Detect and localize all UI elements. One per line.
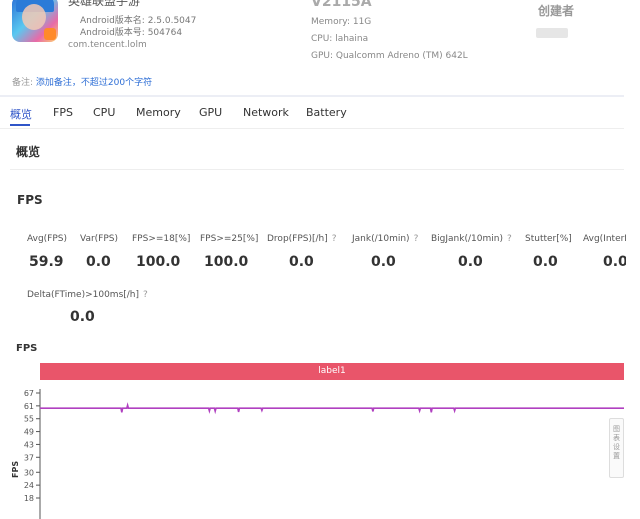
metric-value-drop-fps: 0.0	[289, 254, 314, 270]
help-icon[interactable]: ?	[507, 234, 512, 244]
header-divider	[0, 95, 624, 97]
metric-value-fps-18: 100.0	[136, 254, 181, 270]
metric-value-delta-ftime: 0.0	[70, 309, 95, 325]
tab-fps[interactable]: FPS	[53, 106, 73, 119]
metric-label-avg-interframe: Avg(InterF	[583, 234, 626, 244]
active-tab-indicator	[10, 124, 30, 126]
metric-value-avg-interframe: 0.0	[603, 254, 626, 270]
fps-line-chart[interactable]: 18 24 30 37 43 49 55 61 67 FPS	[0, 380, 624, 519]
y-tick-label: 43	[24, 440, 34, 449]
y-tick-label: 49	[24, 428, 34, 437]
device-memory: Memory: 11G	[311, 17, 372, 27]
metric-label-stutter: Stutter[%]	[525, 234, 572, 244]
package-name: com.tencent.lolm	[68, 40, 147, 50]
fps-chart-title: FPS	[16, 343, 38, 354]
overview-title: 概览	[16, 145, 41, 159]
section-divider	[10, 169, 624, 170]
creator-label: 创建者	[538, 4, 575, 18]
tab-battery[interactable]: Battery	[306, 106, 347, 119]
y-tick-label: 37	[24, 453, 34, 462]
metric-value-var-fps: 0.0	[86, 254, 111, 270]
remark-label: 备注:	[12, 78, 34, 88]
chart-label-bar[interactable]: label1	[40, 363, 624, 380]
y-tick-label: 67	[24, 389, 34, 398]
tab-memory[interactable]: Memory	[136, 106, 181, 119]
device-cpu: CPU: lahaina	[311, 34, 369, 44]
report-header: 英雄联盟手游 Android版本名: 2.5.0.5047 Android版本号…	[0, 0, 640, 96]
tab-overview[interactable]: 概览	[10, 106, 32, 122]
metric-label-fps-18: FPS>=18[%]	[132, 234, 191, 244]
help-icon[interactable]: ?	[414, 234, 419, 244]
tab-gpu[interactable]: GPU	[199, 106, 222, 119]
metric-label-fps-25: FPS>=25[%]	[200, 234, 259, 244]
metric-value-avg-fps: 59.9	[29, 254, 64, 270]
y-tick-label: 61	[24, 402, 34, 411]
metric-label-var-fps: Var(FPS)	[80, 234, 119, 244]
remark-row: 备注: 添加备注，不超过200个字符	[12, 75, 152, 88]
y-tick-label: 24	[24, 481, 34, 490]
fps-series	[40, 402, 624, 415]
metric-label-jank: Jank(/10min)?	[352, 234, 419, 244]
device-model: V2115A	[311, 0, 372, 10]
tab-network[interactable]: Network	[243, 106, 289, 119]
y-tick-label: 18	[24, 494, 34, 503]
y-axis: 18 24 30 37 43 49 55 61 67	[24, 389, 41, 519]
chart-settings-tab[interactable]: 图表设置	[609, 418, 624, 478]
app-name: 英雄联盟手游	[68, 0, 141, 8]
metric-value-stutter: 0.0	[533, 254, 558, 270]
y-axis-label: FPS	[11, 461, 20, 478]
add-remark-link[interactable]: 添加备注，不超过200个字符	[36, 78, 152, 88]
metric-value-jank: 0.0	[371, 254, 396, 270]
tab-cpu[interactable]: CPU	[93, 106, 115, 119]
metric-value-bigjank: 0.0	[458, 254, 483, 270]
fps-series-line	[40, 402, 624, 415]
help-icon[interactable]: ?	[332, 234, 337, 244]
help-icon[interactable]: ?	[143, 290, 148, 300]
creator-name-redacted	[536, 28, 568, 38]
metric-value-fps-25: 100.0	[204, 254, 249, 270]
device-gpu: GPU: Qualcomm Adreno (TM) 642L	[311, 51, 468, 61]
label-bar-text: label1	[318, 366, 346, 376]
app-icon	[12, 0, 58, 42]
y-tick-label: 30	[24, 468, 34, 477]
metric-label-delta-ftime: Delta(FTime)>100ms[/h]?	[27, 290, 148, 300]
app-build: Android版本号: 504764	[80, 28, 183, 38]
tabs-divider	[0, 128, 624, 129]
y-tick-label: 55	[24, 415, 34, 424]
metric-label-drop-fps: Drop(FPS)[/h]?	[267, 234, 337, 244]
metric-label-avg-fps: Avg(FPS)	[27, 234, 68, 244]
metric-label-bigjank: BigJank(/10min)?	[431, 234, 512, 244]
fps-section-title: FPS	[17, 193, 43, 207]
